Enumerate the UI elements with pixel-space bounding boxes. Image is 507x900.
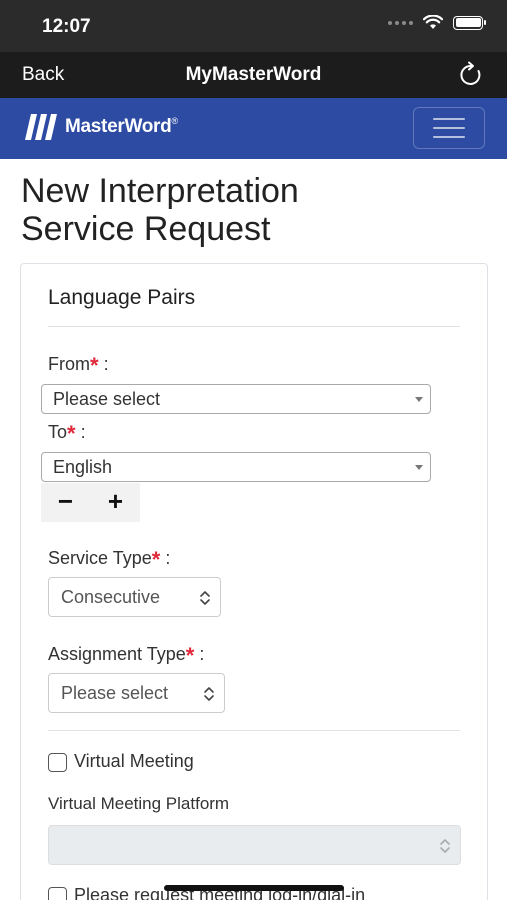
back-button[interactable]: Back bbox=[22, 64, 64, 86]
request-form-card: Language Pairs From* : Please select To*… bbox=[20, 263, 488, 900]
masterword-logo[interactable]: MasterWord® bbox=[22, 113, 178, 141]
required-marker: * bbox=[90, 353, 99, 378]
logo-text: MasterWord® bbox=[65, 116, 178, 137]
divider bbox=[48, 730, 460, 731]
brand-header: MasterWord® bbox=[0, 98, 507, 159]
required-marker: * bbox=[67, 421, 76, 446]
wifi-icon bbox=[423, 15, 443, 29]
language-pairs-heading: Language Pairs bbox=[48, 286, 196, 309]
status-bar: 12:07 bbox=[0, 0, 507, 52]
virtual-meeting-platform-label: Virtual Meeting Platform bbox=[48, 794, 230, 813]
from-label: From* : bbox=[48, 353, 109, 378]
status-icons bbox=[388, 15, 486, 30]
service-type-select[interactable]: Consecutive bbox=[48, 577, 221, 617]
page-title: New Interpretation Service Request bbox=[21, 172, 299, 248]
status-time: 12:07 bbox=[42, 16, 91, 37]
remove-language-pair-button[interactable]: − bbox=[41, 483, 90, 522]
assignment-type-select[interactable]: Please select bbox=[48, 673, 225, 713]
required-marker: * bbox=[185, 643, 195, 668]
hamburger-menu-icon[interactable] bbox=[413, 107, 485, 149]
service-type-label: Service Type* : bbox=[48, 547, 171, 572]
required-marker: * bbox=[151, 547, 161, 572]
add-language-pair-button[interactable]: + bbox=[91, 483, 140, 522]
updown-chevron-icon bbox=[440, 839, 450, 853]
updown-chevron-icon bbox=[200, 591, 210, 605]
cellular-signal-icon bbox=[388, 20, 413, 25]
request-login-checkbox[interactable] bbox=[48, 887, 67, 900]
nav-bar: Back MyMasterWord bbox=[0, 52, 507, 98]
virtual-meeting-platform-select bbox=[48, 825, 461, 865]
virtual-meeting-label: Virtual Meeting bbox=[74, 751, 194, 771]
virtual-meeting-checkbox[interactable] bbox=[48, 753, 67, 772]
logo-mark-icon bbox=[25, 114, 57, 140]
battery-icon bbox=[453, 15, 486, 30]
refresh-icon[interactable] bbox=[457, 61, 485, 89]
chevron-down-icon bbox=[415, 465, 423, 470]
divider bbox=[48, 326, 460, 327]
updown-chevron-icon bbox=[204, 687, 214, 701]
to-label: To* : bbox=[48, 421, 86, 446]
from-language-select[interactable]: Please select bbox=[41, 384, 431, 414]
assignment-type-label: Assignment Type* : bbox=[48, 643, 205, 668]
nav-title: MyMasterWord bbox=[185, 64, 322, 85]
chevron-down-icon bbox=[415, 397, 423, 402]
to-language-select[interactable]: English bbox=[41, 452, 431, 482]
language-pair-stepper: − + bbox=[41, 483, 140, 522]
home-indicator bbox=[164, 885, 344, 891]
